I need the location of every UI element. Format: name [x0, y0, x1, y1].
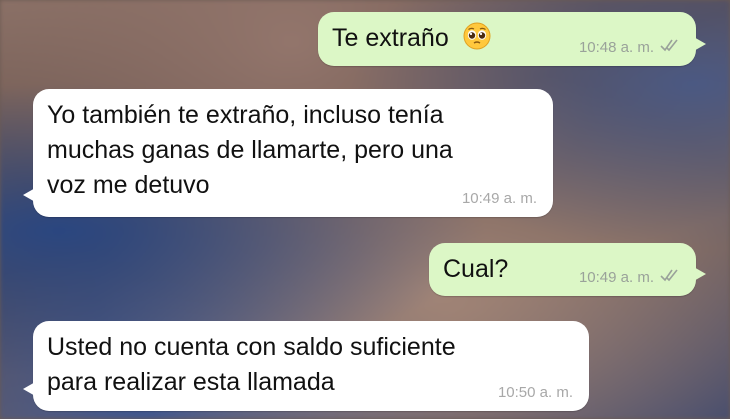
message-text: Te extraño [332, 24, 449, 52]
message-bubble-outgoing[interactable]: Te extraño 10:48 a. m. [318, 12, 706, 66]
message-meta: 10:50 a. m. [498, 384, 573, 402]
message-time: 10:49 a. m. [578, 268, 654, 286]
pleading-face-icon [462, 21, 492, 61]
bubble-tail [23, 187, 37, 203]
message-bubble-outgoing[interactable]: Cual? 10:49 a. m. [429, 243, 706, 296]
double-check-icon [660, 268, 680, 287]
message-meta: 10:48 a. m. [579, 38, 680, 57]
message-time: 10:50 a. m. [497, 384, 573, 401]
message-time: 10:49 a. m. [461, 190, 537, 207]
double-check-icon [660, 38, 680, 57]
bubble-tail [23, 381, 37, 397]
message-time: 10:48 a. m. [578, 38, 654, 56]
message-text: Cual? [443, 255, 509, 283]
message-bubble-incoming[interactable]: Yo también te extraño, incluso tenía muc… [23, 89, 553, 217]
message-meta: 10:49 a. m. [462, 190, 537, 208]
message-bubble-incoming[interactable]: Usted no cuenta con saldo suficiente par… [23, 321, 589, 411]
bubble-tail [692, 36, 706, 52]
message-text: Usted no cuenta con saldo suficiente par… [47, 333, 456, 396]
chat-thread[interactable]: Te extraño 10:48 a. m. Yo también te ext… [0, 0, 730, 419]
bubble-tail [692, 266, 706, 282]
message-meta: 10:49 a. m. [579, 268, 680, 287]
message-text: Yo también te extraño, incluso tenía muc… [47, 101, 453, 199]
